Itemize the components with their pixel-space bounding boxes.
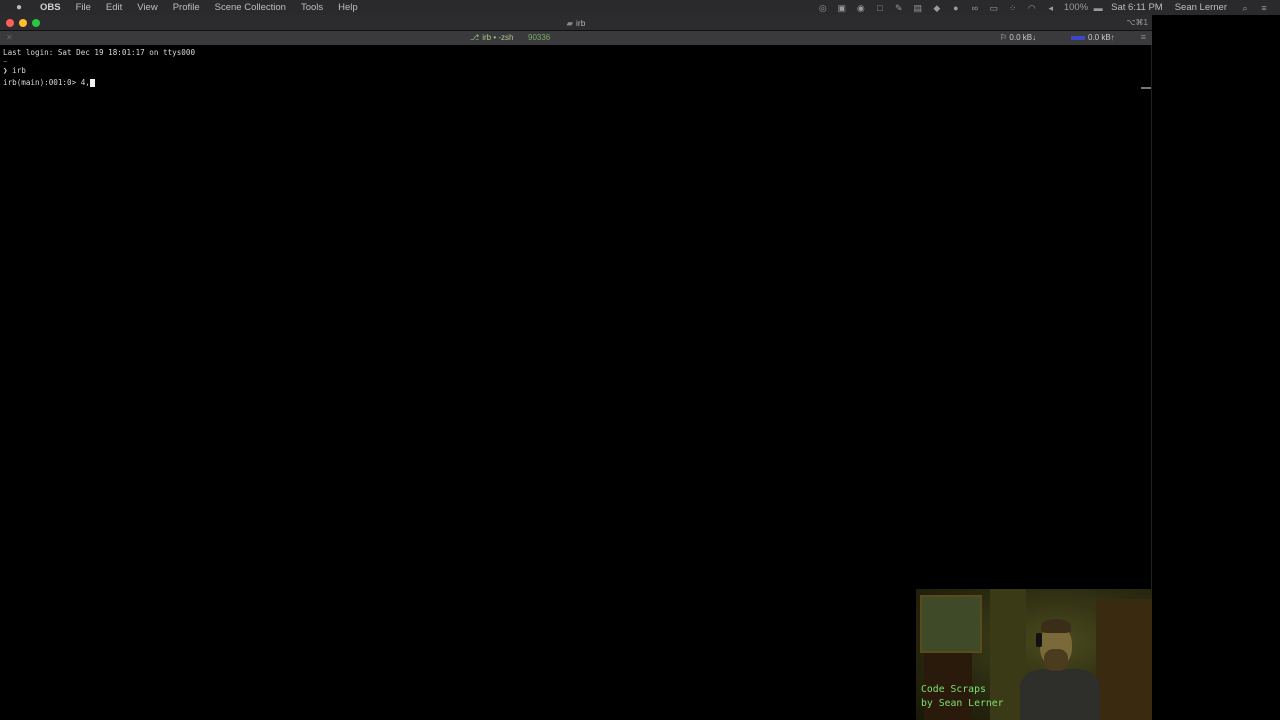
volume-icon[interactable]: ◂ bbox=[1045, 3, 1057, 13]
pen-icon[interactable]: ✎ bbox=[893, 3, 905, 13]
folder-icon: ▰ bbox=[566, 18, 574, 28]
menu-profile[interactable]: Profile bbox=[173, 2, 200, 13]
obs-icon[interactable]: ◎ bbox=[817, 3, 829, 13]
text-cursor bbox=[89, 78, 95, 87]
bird-icon[interactable]: ◆ bbox=[931, 3, 943, 13]
spotlight-icon[interactable]: ⌕ bbox=[1239, 3, 1251, 13]
title-bar[interactable]: ▰ irb ⌥⌘1 bbox=[0, 15, 1152, 31]
webcam-caption: Code Scraps by Sean Lerner bbox=[921, 683, 1004, 711]
webcam-headset bbox=[1036, 633, 1042, 647]
tab-pid: 90336 bbox=[528, 33, 551, 42]
command-line: ❯ irb bbox=[3, 65, 1140, 77]
record-icon[interactable]: ● bbox=[950, 3, 962, 13]
network-graph bbox=[1071, 36, 1085, 40]
cast-icon[interactable]: ▭ bbox=[988, 3, 1000, 13]
command-text: irb bbox=[12, 65, 26, 75]
network-download: ⚐ 0.0 kB↓ bbox=[1000, 33, 1036, 42]
network-upload: 0.0 kB↑ bbox=[1088, 33, 1115, 42]
battery-percent: 100% bbox=[1063, 2, 1089, 13]
dots-icon[interactable]: ⁘ bbox=[1007, 3, 1019, 13]
menu-help[interactable]: Help bbox=[338, 2, 358, 13]
clock[interactable]: Sat 6:11 PM bbox=[1111, 2, 1163, 13]
window-title: ▰ irb bbox=[0, 18, 1152, 29]
menu-edit[interactable]: Edit bbox=[106, 2, 122, 13]
irb-input-line[interactable]: irb(main):001:0> 4, bbox=[3, 77, 1140, 89]
glasses-icon[interactable]: ∞ bbox=[969, 3, 981, 13]
scrollbar[interactable] bbox=[1141, 87, 1151, 89]
menu-app-obs[interactable]: OBS bbox=[40, 2, 61, 13]
battery-icon[interactable]: ▬ bbox=[1092, 3, 1104, 13]
menu-tools[interactable]: Tools bbox=[301, 2, 323, 13]
last-login-line: Last login: Sat Dec 19 18:01:17 on ttys0… bbox=[3, 48, 196, 57]
menu-bar: ● OBS File Edit View Profile Scene Colle… bbox=[0, 0, 1280, 15]
network-icon: ⚐ bbox=[1000, 33, 1010, 42]
menu-view[interactable]: View bbox=[137, 2, 157, 13]
clipboard-icon[interactable]: ▤ bbox=[912, 3, 924, 13]
caption-line-1: Code Scraps bbox=[921, 684, 986, 695]
menu-scene-collection[interactable]: Scene Collection bbox=[215, 2, 286, 13]
webcam-person-body bbox=[1020, 669, 1100, 720]
wifi-icon[interactable]: ◠ bbox=[1026, 3, 1038, 13]
webcam-person-beard bbox=[1044, 649, 1068, 671]
window-title-label: irb bbox=[576, 18, 586, 28]
window-shortcut: ⌥⌘1 bbox=[1126, 18, 1148, 27]
prompt-arrow: ❯ bbox=[3, 65, 8, 75]
apple-menu-icon[interactable]: ● bbox=[12, 2, 26, 13]
webcam-painting bbox=[920, 595, 982, 653]
irb-prompt: irb(main):001:0> bbox=[3, 77, 77, 87]
network-download-label: 0.0 kB↓ bbox=[1009, 33, 1037, 42]
window-icon[interactable]: □ bbox=[874, 3, 886, 13]
tab-menu-icon[interactable]: ≡ bbox=[1141, 32, 1146, 42]
caption-line-2: by Sean Lerner bbox=[921, 698, 1004, 709]
status-area: ◎ ▣ ◉ □ ✎ ▤ ◆ ● ∞ ▭ ⁘ ◠ ◂ 100% ▬ Sat 6:1… bbox=[817, 0, 1280, 15]
webcam-person-hair bbox=[1041, 619, 1071, 633]
branch-icon: ⎇ bbox=[470, 33, 480, 42]
chrome-icon[interactable]: ◉ bbox=[855, 3, 867, 13]
user-name[interactable]: Sean Lerner bbox=[1175, 2, 1227, 13]
menu-file[interactable]: File bbox=[76, 2, 91, 13]
tab-bar: ✕ ⎇ irb • -zsh 90336 ⚐ 0.0 kB↓ 0.0 kB↑ ≡ bbox=[0, 31, 1152, 45]
irb-input[interactable]: 4, bbox=[81, 78, 90, 87]
tab-irb[interactable]: ⎇ irb • -zsh bbox=[470, 33, 513, 42]
tab-label: irb • -zsh bbox=[482, 33, 514, 42]
screen-icon[interactable]: ▣ bbox=[836, 3, 848, 13]
webcam-door bbox=[1096, 599, 1152, 720]
tab-close-icon[interactable]: ✕ bbox=[6, 33, 13, 42]
control-center-icon[interactable]: ≡ bbox=[1258, 3, 1270, 13]
